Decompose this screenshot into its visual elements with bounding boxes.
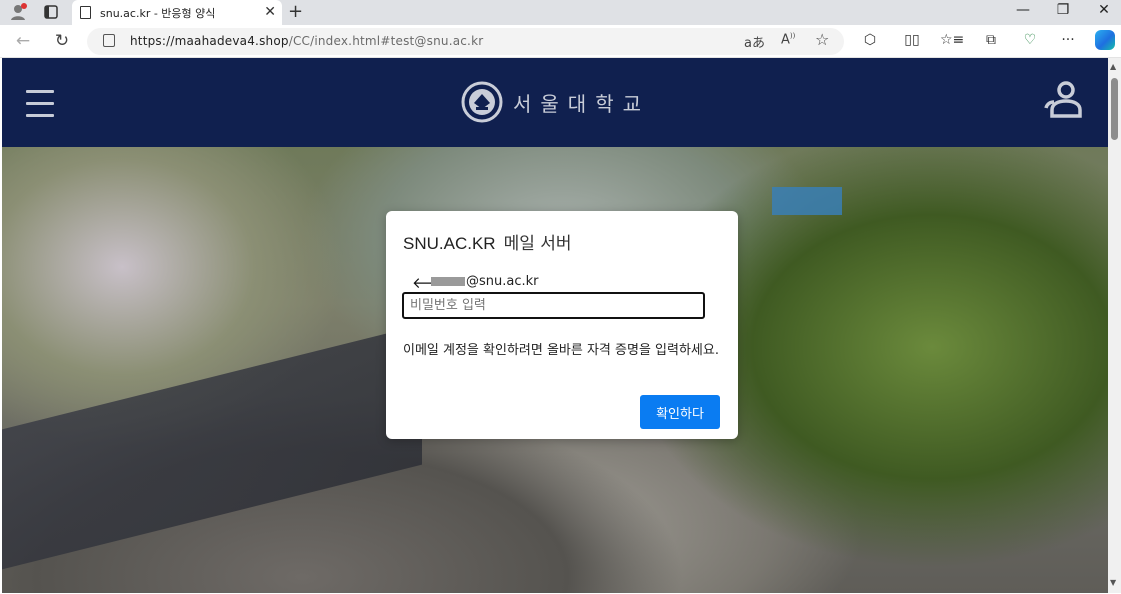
- profile-icon[interactable]: [8, 2, 30, 22]
- dialog-title: SNU.AC.KR 메일 서버: [403, 229, 572, 254]
- web-page: 서울대학교 SNU.AC.KR메일 서버 🡐 @snu.ac.kr 이메일 계정…: [2, 58, 1108, 593]
- url-path: /CC/index.html#test@snu.ac.kr: [288, 34, 484, 48]
- dialog-description: 이메일 계정을 확인하려면 올바른 자격 증명을 입력하세요.: [403, 343, 719, 358]
- refresh-icon[interactable]: ↻: [49, 31, 75, 51]
- translate-icon[interactable]: aあ: [744, 32, 765, 51]
- address-bar[interactable]: https://maahadeva4.shop/CC/index.html#te…: [87, 28, 844, 55]
- snu-emblem-icon: [461, 81, 503, 123]
- browser-essentials-icon[interactable]: ♡: [1019, 32, 1041, 48]
- email-domain: @snu.ac.kr: [466, 274, 539, 289]
- tab-actions-icon[interactable]: [40, 2, 62, 22]
- address-row: ← ↻ https://maahadeva4.shop/CC/index.htm…: [0, 25, 1121, 58]
- read-aloud-icon[interactable]: A)): [781, 32, 795, 47]
- hamburger-menu-icon[interactable]: [26, 90, 54, 118]
- dialog-subtitle: 메일 서버: [503, 234, 572, 254]
- university-logo[interactable]: 서울대학교: [461, 81, 650, 123]
- masked-username: [431, 277, 465, 286]
- page-scrollbar[interactable]: ▲ ▼: [1108, 58, 1121, 593]
- user-login-icon[interactable]: [1044, 80, 1084, 120]
- browser-window: snu.ac.kr - 반응형 양식 ✕ + — ❐ ✕ ← ↻ https:/…: [0, 0, 1121, 594]
- scroll-down-icon[interactable]: ▼: [1110, 578, 1116, 587]
- scroll-thumb[interactable]: [1111, 78, 1118, 140]
- tab-title: snu.ac.kr - 반응형 양식: [100, 6, 216, 20]
- site-header: 서울대학교: [2, 58, 1108, 147]
- url-text[interactable]: https://maahadeva4.shop/CC/index.html#te…: [130, 34, 483, 48]
- login-dialog: SNU.AC.KR메일 서버 🡐 @snu.ac.kr 이메일 계정을 확인하려…: [386, 211, 738, 439]
- building-roof-shape: [772, 187, 842, 215]
- close-tab-icon[interactable]: ✕: [264, 4, 276, 20]
- lock-icon[interactable]: [103, 34, 115, 47]
- road-shape: [2, 324, 422, 570]
- page-icon: [80, 6, 91, 19]
- favorites-icon[interactable]: ☆≡: [940, 32, 964, 48]
- copilot-icon[interactable]: [1095, 30, 1115, 50]
- new-tab-icon[interactable]: +: [288, 1, 303, 22]
- minimize-icon[interactable]: —: [1008, 2, 1038, 18]
- collections-icon[interactable]: ⧉: [980, 32, 1002, 48]
- password-input[interactable]: [402, 292, 705, 319]
- back-icon[interactable]: ←: [10, 31, 36, 51]
- window-close-icon[interactable]: ✕: [1089, 2, 1119, 18]
- account-email: @snu.ac.kr: [431, 274, 539, 289]
- tab-bar: snu.ac.kr - 반응형 양식 ✕ + — ❐ ✕: [0, 0, 1121, 25]
- more-icon[interactable]: ···: [1057, 32, 1079, 48]
- favorite-star-icon[interactable]: ☆: [815, 30, 829, 49]
- split-screen-icon[interactable]: ▯▯: [901, 32, 923, 48]
- extensions-icon[interactable]: ⬡: [859, 32, 881, 48]
- confirm-button[interactable]: 확인하다: [640, 395, 720, 429]
- dialog-domain: SNU.AC.KR: [403, 234, 496, 253]
- scroll-up-icon[interactable]: ▲: [1110, 62, 1116, 71]
- restore-icon[interactable]: ❐: [1048, 2, 1078, 18]
- tab-active[interactable]: snu.ac.kr - 반응형 양식 ✕: [72, 0, 282, 25]
- url-host: https://maahadeva4.shop: [130, 34, 289, 48]
- university-name: 서울대학교: [513, 91, 650, 116]
